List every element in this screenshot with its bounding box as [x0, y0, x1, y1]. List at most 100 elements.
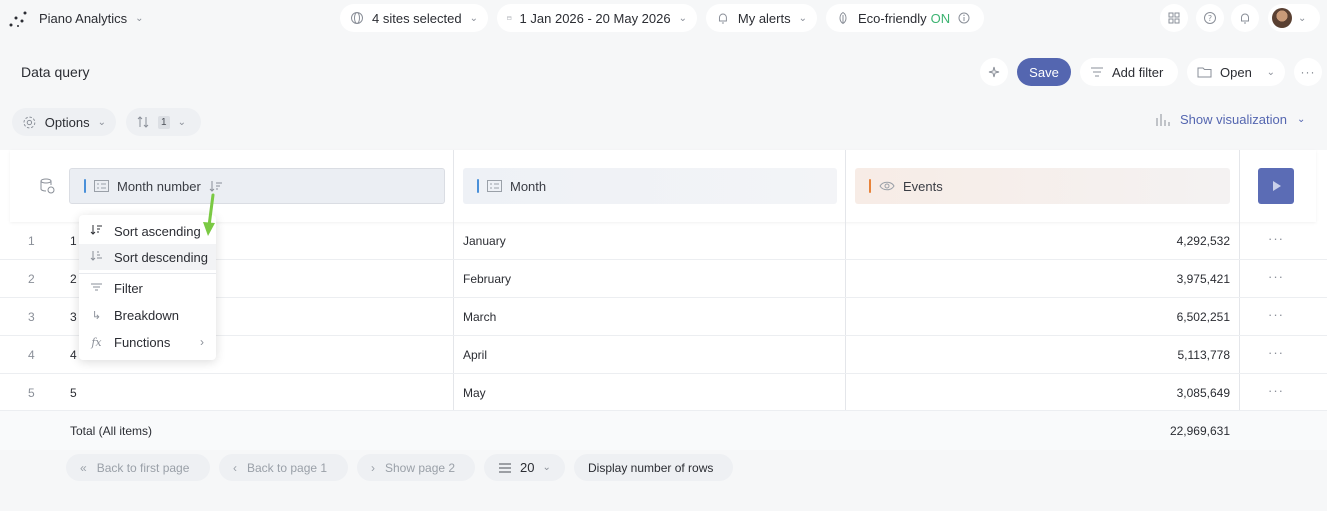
breakdown-arrow-icon: ↳	[91, 309, 102, 322]
date-range-selector[interactable]: 1 Jan 2026 - 20 May 2026 ⌄	[497, 4, 697, 32]
bell-icon	[718, 13, 727, 24]
next-page-button[interactable]: › Show page 2	[357, 454, 475, 481]
display-rows-label: Display number of rows	[588, 460, 714, 475]
chevron-down-icon: ⌄	[469, 12, 478, 24]
menu-item-functions[interactable]: fx Functions ›	[79, 329, 216, 355]
date-range-label: 1 Jan 2026 - 20 May 2026	[519, 10, 671, 26]
chevron-down-icon: ⌄	[1296, 114, 1306, 125]
filter-icon	[1091, 67, 1103, 77]
app-switcher[interactable]: Piano Analytics ⌄	[39, 11, 144, 26]
total-label: Total (All items)	[70, 424, 153, 438]
more-options-icon[interactable]: ···	[1294, 58, 1322, 86]
cell-month: March	[463, 310, 497, 324]
sort-button[interactable]: 1 ⌄	[126, 108, 201, 136]
gear-icon	[23, 116, 36, 128]
alerts-selector[interactable]: My alerts ⌄	[706, 4, 817, 32]
first-page-button[interactable]: « Back to first page	[66, 454, 210, 481]
column-context-menu: Sort ascending Sort descending Filter ↳ …	[79, 215, 216, 360]
dimension-marker	[477, 179, 479, 193]
previous-page-label: Back to page 1	[247, 460, 328, 475]
row-number: 5	[28, 386, 35, 400]
chevron-down-icon: ⌄	[678, 12, 687, 24]
play-icon	[1273, 181, 1281, 191]
total-events: 22,969,631	[1169, 424, 1230, 438]
chevron-right-icon: ›	[200, 335, 204, 349]
cell-month-number: 3	[70, 310, 77, 324]
menu-item-breakdown[interactable]: ↳ Breakdown	[79, 302, 216, 328]
dimension-icon	[94, 180, 109, 192]
notifications-bell-icon[interactable]	[1231, 4, 1259, 32]
info-icon[interactable]	[958, 12, 970, 24]
eco-friendly-status: ON	[930, 10, 951, 26]
chevron-left-icon: ‹	[233, 460, 237, 475]
cell-month-number: 2	[70, 272, 77, 286]
display-rows-button[interactable]: Display number of rows	[574, 454, 733, 481]
row-actions-icon[interactable]: ···	[1268, 383, 1284, 398]
cell-month: February	[463, 272, 512, 286]
eye-icon	[879, 181, 895, 191]
run-query-button[interactable]	[1258, 168, 1294, 204]
metric-marker	[869, 179, 871, 193]
annotation-arrow	[203, 193, 215, 236]
add-filter-label: Add filter	[1112, 64, 1164, 80]
menu-item-filter[interactable]: Filter	[79, 275, 216, 301]
row-actions-icon[interactable]: ···	[1268, 345, 1284, 360]
column-header-month-number[interactable]: Month number	[69, 168, 445, 204]
previous-page-button[interactable]: ‹ Back to page 1	[219, 454, 348, 481]
menu-item-label: Filter	[114, 280, 143, 296]
table-row: 5 5 May 3,085,649 ···	[0, 373, 1327, 411]
show-visualization-button[interactable]: Show visualization ⌄	[1155, 112, 1305, 127]
avatar	[1272, 8, 1292, 28]
double-chevron-left-icon: «	[80, 460, 87, 475]
cell-month-number: 4	[70, 348, 77, 362]
folder-icon	[1197, 67, 1212, 78]
ai-sparkle-icon[interactable]	[980, 58, 1008, 86]
open-button[interactable]: Open ⌄	[1187, 58, 1285, 86]
sort-count-badge: 1	[158, 115, 170, 129]
app-logo-icon[interactable]	[8, 9, 28, 29]
chevron-down-icon: ⌄	[542, 462, 551, 473]
chevron-down-icon: ⌄	[1266, 66, 1275, 78]
rows-per-page-select[interactable]: 20 ⌄	[484, 454, 565, 481]
user-menu[interactable]: ⌄	[1268, 4, 1320, 32]
open-label: Open	[1220, 64, 1252, 80]
row-number: 3	[28, 310, 35, 324]
column-header-month[interactable]: Month	[463, 168, 837, 204]
chevron-down-icon: ⌄	[97, 116, 106, 128]
row-actions-icon[interactable]: ···	[1268, 307, 1284, 322]
next-page-label: Show page 2	[385, 460, 456, 475]
row-actions-icon[interactable]: ···	[1268, 231, 1284, 246]
row-number: 1	[28, 234, 35, 248]
chevron-down-icon: ⌄	[135, 13, 144, 24]
menu-item-label: Breakdown	[114, 307, 180, 323]
sort-descending-icon	[89, 250, 104, 264]
row-actions-icon[interactable]: ···	[1268, 269, 1284, 284]
show-visualization-label: Show visualization	[1180, 112, 1287, 127]
dimension-icon	[487, 180, 502, 192]
page-title: Data query	[21, 64, 90, 80]
cell-events: 6,502,251	[1176, 310, 1230, 324]
total-row: Total (All items) 22,969,631	[0, 410, 1327, 450]
menu-item-label: Functions	[114, 334, 171, 350]
add-filter-button[interactable]: Add filter	[1080, 58, 1178, 86]
sort-ascending-icon[interactable]	[209, 180, 223, 192]
help-icon[interactable]: ?	[1196, 4, 1224, 32]
eco-friendly-toggle[interactable]: Eco-friendly ON	[826, 4, 984, 32]
options-label: Options	[44, 114, 90, 130]
chevron-down-icon: ⌄	[177, 116, 186, 128]
options-button[interactable]: Options ⌄	[12, 108, 116, 136]
column-label: Month	[510, 178, 547, 194]
save-button[interactable]: Save	[1017, 58, 1071, 86]
site-selector[interactable]: 4 sites selected ⌄	[340, 4, 488, 32]
eco-friendly-label: Eco-friendly	[858, 10, 927, 26]
cell-month-number: 5	[70, 386, 77, 400]
column-header-events[interactable]: Events	[855, 168, 1230, 204]
dimension-marker	[84, 179, 86, 193]
app-name: Piano Analytics	[39, 11, 128, 26]
database-settings-icon[interactable]	[39, 178, 56, 197]
apps-grid-icon[interactable]	[1160, 4, 1188, 32]
cell-events: 5,113,778	[1177, 348, 1231, 362]
cell-events: 4,292,532	[1176, 234, 1230, 248]
menu-item-sort-ascending[interactable]: Sort ascending	[79, 218, 216, 244]
menu-item-sort-descending[interactable]: Sort descending	[79, 244, 216, 270]
